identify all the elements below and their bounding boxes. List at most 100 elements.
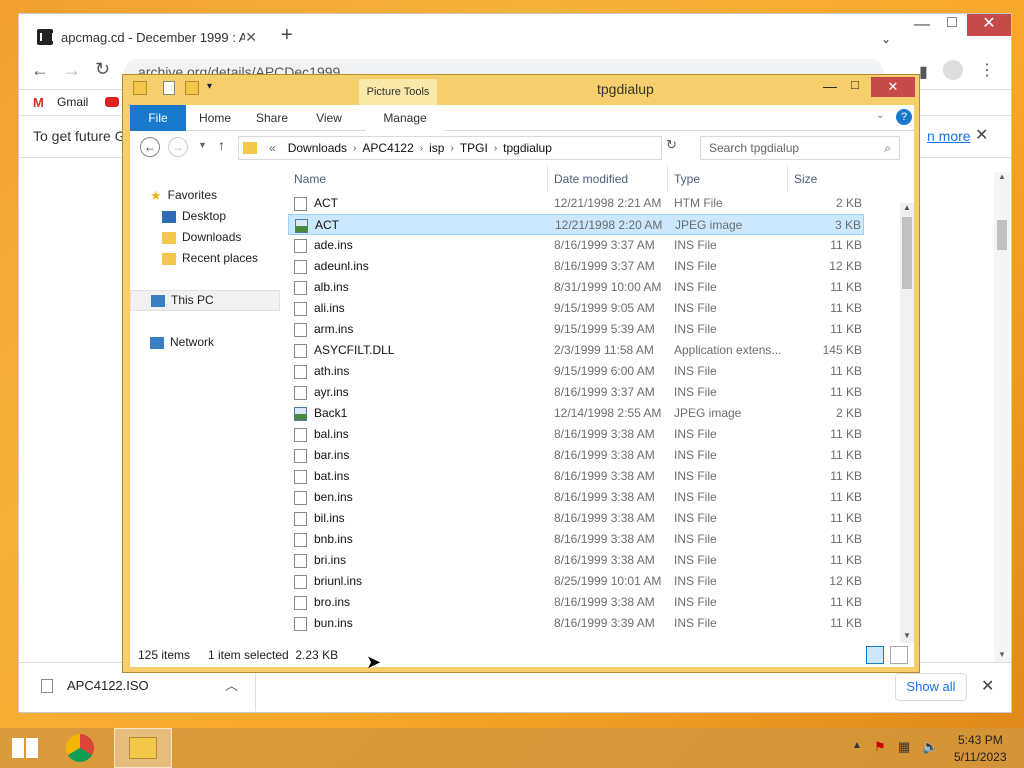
clock-time[interactable]: 5:43 PM xyxy=(958,733,1003,747)
table-row[interactable]: bat.ins 8/16/1999 3:38 AM INS File 11 KB xyxy=(288,466,864,487)
qat-dropdown-icon[interactable]: ▾ xyxy=(207,81,212,92)
nav-desktop[interactable]: Desktop xyxy=(130,206,280,227)
table-row[interactable]: arm.ins 9/15/1999 5:39 AM INS File 11 KB xyxy=(288,319,864,340)
cell-name: alb.ins xyxy=(314,280,349,294)
scroll-thumb[interactable] xyxy=(997,220,1007,250)
tab-home[interactable]: Home xyxy=(192,105,238,131)
minimize-icon[interactable]: — xyxy=(907,16,937,34)
chrome-close-icon[interactable]: ✕ xyxy=(967,14,1011,36)
crumb-tpgdialup[interactable]: tpgdialup xyxy=(497,141,558,155)
info-close-icon[interactable]: ✕ xyxy=(975,125,988,145)
back-icon[interactable]: ← xyxy=(31,60,49,81)
table-row[interactable]: bun.ins 8/16/1999 3:39 AM INS File 11 KB xyxy=(288,613,864,634)
refresh-icon[interactable]: ↻ xyxy=(666,137,677,153)
scroll-down-icon[interactable]: ▼ xyxy=(998,650,1006,659)
extensions-icon[interactable]: ▮ xyxy=(919,62,928,82)
column-name[interactable]: Name xyxy=(288,165,548,193)
ribbon-expand-icon[interactable]: ⌄ xyxy=(876,110,884,121)
table-row[interactable]: alb.ins 8/31/1999 10:00 AM INS File 11 KB xyxy=(288,277,864,298)
large-icons-view-icon[interactable] xyxy=(890,646,908,664)
cell-date: 9/15/1999 5:39 AM xyxy=(554,322,655,336)
table-row[interactable]: ACT 12/21/1998 2:20 AM JPEG image 3 KB xyxy=(288,214,864,235)
nav-network[interactable]: Network xyxy=(130,332,280,353)
column-date[interactable]: Date modified xyxy=(548,165,668,193)
list-scrollbar[interactable]: ▲ ▼ xyxy=(900,203,914,643)
show-all-button[interactable]: Show all xyxy=(895,673,967,701)
table-row[interactable]: bnb.ins 8/16/1999 3:38 AM INS File 11 KB xyxy=(288,529,864,550)
start-windows-icon[interactable] xyxy=(12,738,38,758)
scroll-up-icon[interactable]: ▲ xyxy=(998,172,1006,181)
scroll-down-icon[interactable]: ▼ xyxy=(903,631,911,640)
up-icon[interactable]: ↑ xyxy=(218,137,225,153)
table-row[interactable]: bal.ins 8/16/1999 3:38 AM INS File 11 KB xyxy=(288,424,864,445)
details-view-icon[interactable] xyxy=(866,646,884,664)
table-row[interactable]: ali.ins 9/15/1999 9:05 AM INS File 11 KB xyxy=(288,298,864,319)
clock-date[interactable]: 5/11/2023 xyxy=(954,750,1007,764)
tab-search-icon[interactable]: ⌄ xyxy=(871,32,901,46)
table-row[interactable]: ade.ins 8/16/1999 3:37 AM INS File 11 KB xyxy=(288,235,864,256)
crumb-tpgi[interactable]: TPGI xyxy=(454,141,494,155)
address-path[interactable]: « Downloads › APC4122 › isp › TPGI › tpgdial… xyxy=(238,136,662,160)
profile-avatar[interactable] xyxy=(943,60,963,80)
download-bar-close-icon[interactable]: ✕ xyxy=(981,676,994,696)
tab-share[interactable]: Share xyxy=(248,105,296,131)
path-overflow[interactable]: « xyxy=(263,141,282,155)
back-icon[interactable]: ← xyxy=(140,137,160,157)
table-row[interactable]: ben.ins 8/16/1999 3:38 AM INS File 11 KB xyxy=(288,487,864,508)
table-row[interactable]: adeunl.ins 8/16/1999 3:37 AM INS File 12 KB xyxy=(288,256,864,277)
table-row[interactable]: ath.ins 9/15/1999 6:00 AM INS File 11 KB xyxy=(288,361,864,382)
exp-maximize-icon[interactable]: □ xyxy=(851,77,859,92)
nav-favorites[interactable]: ★ Favorites xyxy=(130,185,280,206)
help-icon[interactable]: ? xyxy=(896,109,912,125)
forward-icon[interactable]: → xyxy=(63,60,81,81)
volume-icon[interactable]: 🔈 xyxy=(922,739,938,755)
properties-icon[interactable] xyxy=(163,81,175,95)
tab-file[interactable]: File xyxy=(130,105,186,131)
table-row[interactable]: ayr.ins 8/16/1999 3:37 AM INS File 11 KB xyxy=(288,382,864,403)
nav-downloads[interactable]: Downloads xyxy=(130,227,280,248)
cell-size: 11 KB xyxy=(830,322,862,336)
crumb-downloads[interactable]: Downloads xyxy=(282,141,353,155)
tab-manage[interactable]: Manage xyxy=(366,105,444,131)
bookmark-gmail[interactable]: Gmail xyxy=(57,95,88,109)
table-row[interactable]: briunl.ins 8/25/1999 10:01 AM INS File 12 K… xyxy=(288,571,864,592)
network-tray-icon[interactable]: ▦ xyxy=(898,739,910,755)
exp-minimize-icon[interactable]: — xyxy=(823,78,837,94)
action-center-icon[interactable]: ⚑ xyxy=(874,739,886,755)
table-row[interactable]: ASYCFILT.DLL 2/3/1999 11:58 AM Application… xyxy=(288,340,864,361)
column-type[interactable]: Type xyxy=(668,165,788,193)
table-row[interactable]: ACT 12/21/1998 2:21 AM HTM File 2 KB xyxy=(288,193,864,214)
new-folder-icon[interactable] xyxy=(185,81,199,95)
tab-close-icon[interactable]: ✕ xyxy=(245,29,257,46)
table-row[interactable]: bil.ins 8/16/1999 3:38 AM INS File 11 KB xyxy=(288,508,864,529)
scroll-thumb[interactable] xyxy=(902,217,912,289)
search-input[interactable]: Search tpgdialup ⌕ xyxy=(700,136,900,160)
maximize-icon[interactable]: □ xyxy=(937,14,967,32)
nav-recent[interactable]: Recent places xyxy=(130,248,280,269)
new-tab-icon[interactable]: + xyxy=(281,24,293,47)
youtube-icon[interactable] xyxy=(105,97,119,107)
reload-icon[interactable]: ↻ xyxy=(95,59,110,80)
exp-close-icon[interactable]: ✕ xyxy=(871,77,915,97)
crumb-isp[interactable]: isp xyxy=(423,141,450,155)
download-chevron-icon[interactable]: ︿ xyxy=(225,675,238,694)
info-link[interactable]: n more xyxy=(927,128,971,144)
nav-thispc[interactable]: This PC xyxy=(130,290,280,311)
column-size[interactable]: Size xyxy=(788,165,864,193)
page-scrollbar[interactable]: ▲ ▼ xyxy=(994,172,1010,662)
download-filename[interactable]: APC4122.ISO xyxy=(67,678,149,693)
taskbar-explorer[interactable] xyxy=(114,728,172,768)
tray-overflow-icon[interactable]: ▲ xyxy=(852,740,862,751)
table-row[interactable]: bri.ins 8/16/1999 3:38 AM INS File 11 KB xyxy=(288,550,864,571)
scroll-up-icon[interactable]: ▲ xyxy=(903,203,911,212)
forward-icon[interactable]: → xyxy=(168,137,188,157)
table-row[interactable]: Back1 12/14/1998 2:55 AM JPEG image 2 KB xyxy=(288,403,864,424)
tab-view[interactable]: View xyxy=(306,105,352,131)
table-row[interactable]: bar.ins 8/16/1999 3:38 AM INS File 11 KB xyxy=(288,445,864,466)
taskbar-chrome[interactable] xyxy=(56,730,104,766)
recent-dropdown-icon[interactable]: ▼ xyxy=(198,140,207,150)
browser-tab[interactable]: apcmag.cd - December 1999 : A ✕ xyxy=(27,20,267,54)
chrome-menu-icon[interactable]: ⋮ xyxy=(979,60,995,80)
crumb-apc4122[interactable]: APC4122 xyxy=(356,141,419,155)
table-row[interactable]: bro.ins 8/16/1999 3:38 AM INS File 11 KB xyxy=(288,592,864,613)
